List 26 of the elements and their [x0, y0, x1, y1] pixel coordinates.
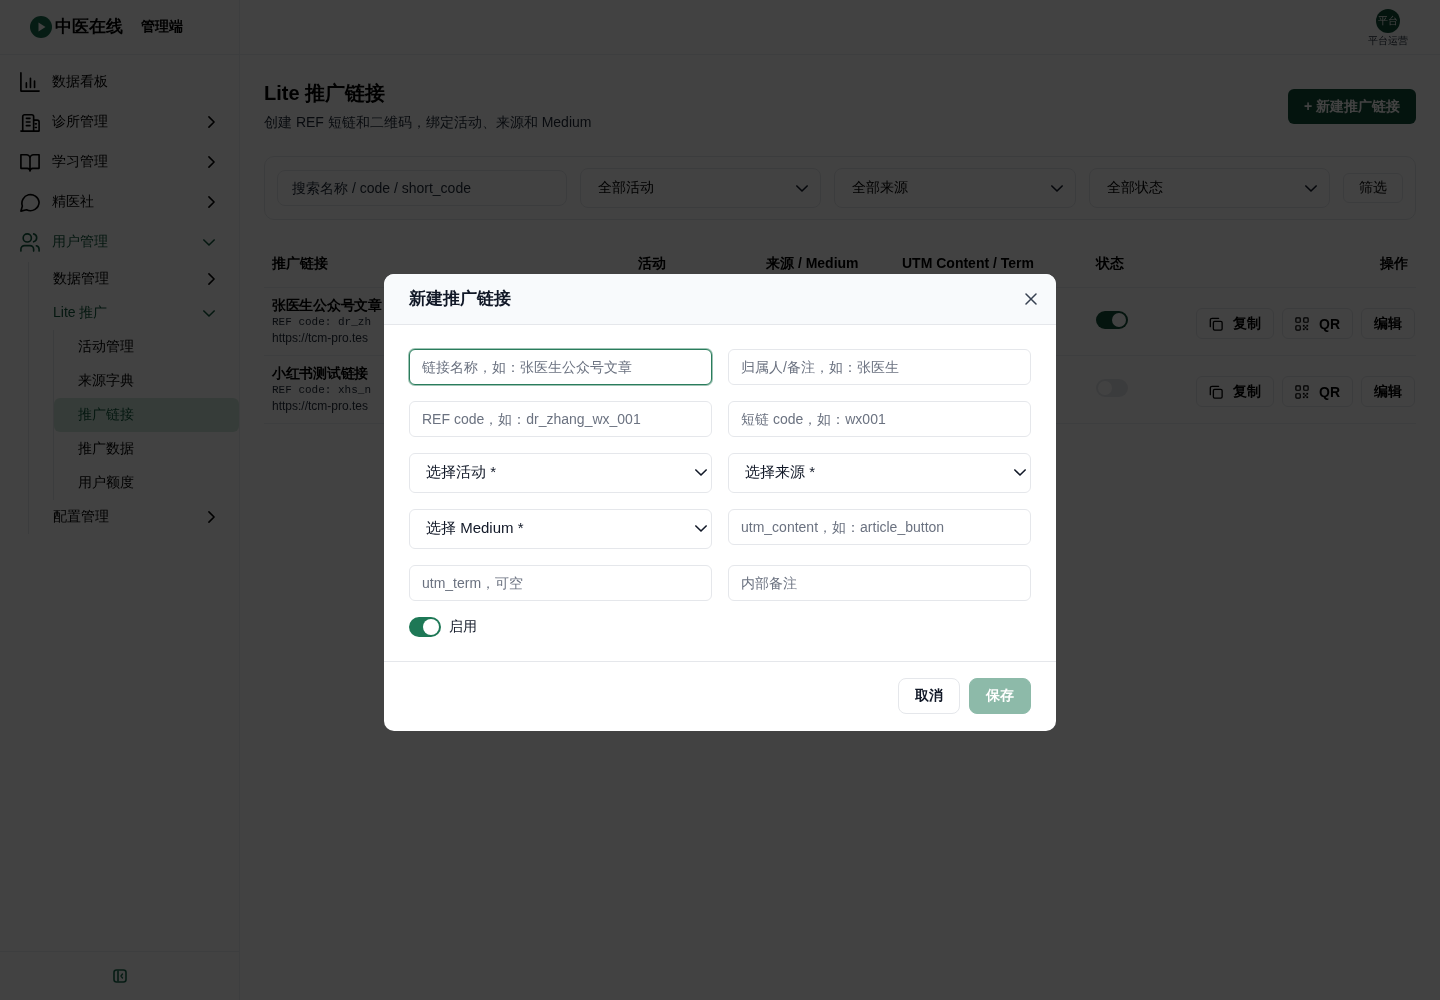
link-url: https://tcm-pro.tes — [272, 330, 369, 346]
close-icon[interactable] — [1025, 292, 1037, 305]
chevron-down-icon — [695, 469, 707, 476]
page-title: Lite 推广链接 — [264, 81, 387, 106]
select-field[interactable]: 选择 Medium * — [409, 508, 712, 549]
link-name: 张医生公众号文章 — [272, 296, 382, 314]
link-name: 小红书测试链接 — [272, 364, 368, 382]
toggle-label: 启用 — [449, 617, 477, 636]
enable-toggle[interactable] — [409, 616, 441, 637]
chevron-down-icon — [1014, 469, 1026, 476]
column-header: 推广链接 — [272, 255, 328, 271]
cancel-button[interactable]: 取消 — [898, 677, 960, 714]
dialog-title: 新建推广链接 — [409, 288, 511, 310]
brand-subtitle: 管理端 — [141, 18, 183, 36]
column-header: UTM Content / Term — [902, 255, 1034, 271]
column-header: 活动 — [638, 255, 666, 271]
chevron-down-icon — [695, 525, 707, 532]
column-header: 来源 / Medium — [766, 255, 859, 271]
brand-name: 中医在线 — [55, 16, 123, 37]
text-field[interactable]: 链接名称，如：张医生公众号文章 — [409, 348, 712, 385]
select-field[interactable]: 选择来源 * — [728, 452, 1031, 493]
ref-code: REF code: dr_zh — [272, 315, 372, 330]
link-url: https://tcm-pro.tes — [272, 398, 369, 414]
column-header: 状态 — [1096, 255, 1124, 271]
select-field[interactable]: 选择活动 * — [409, 452, 712, 493]
column-header: 操作 — [1380, 255, 1408, 271]
